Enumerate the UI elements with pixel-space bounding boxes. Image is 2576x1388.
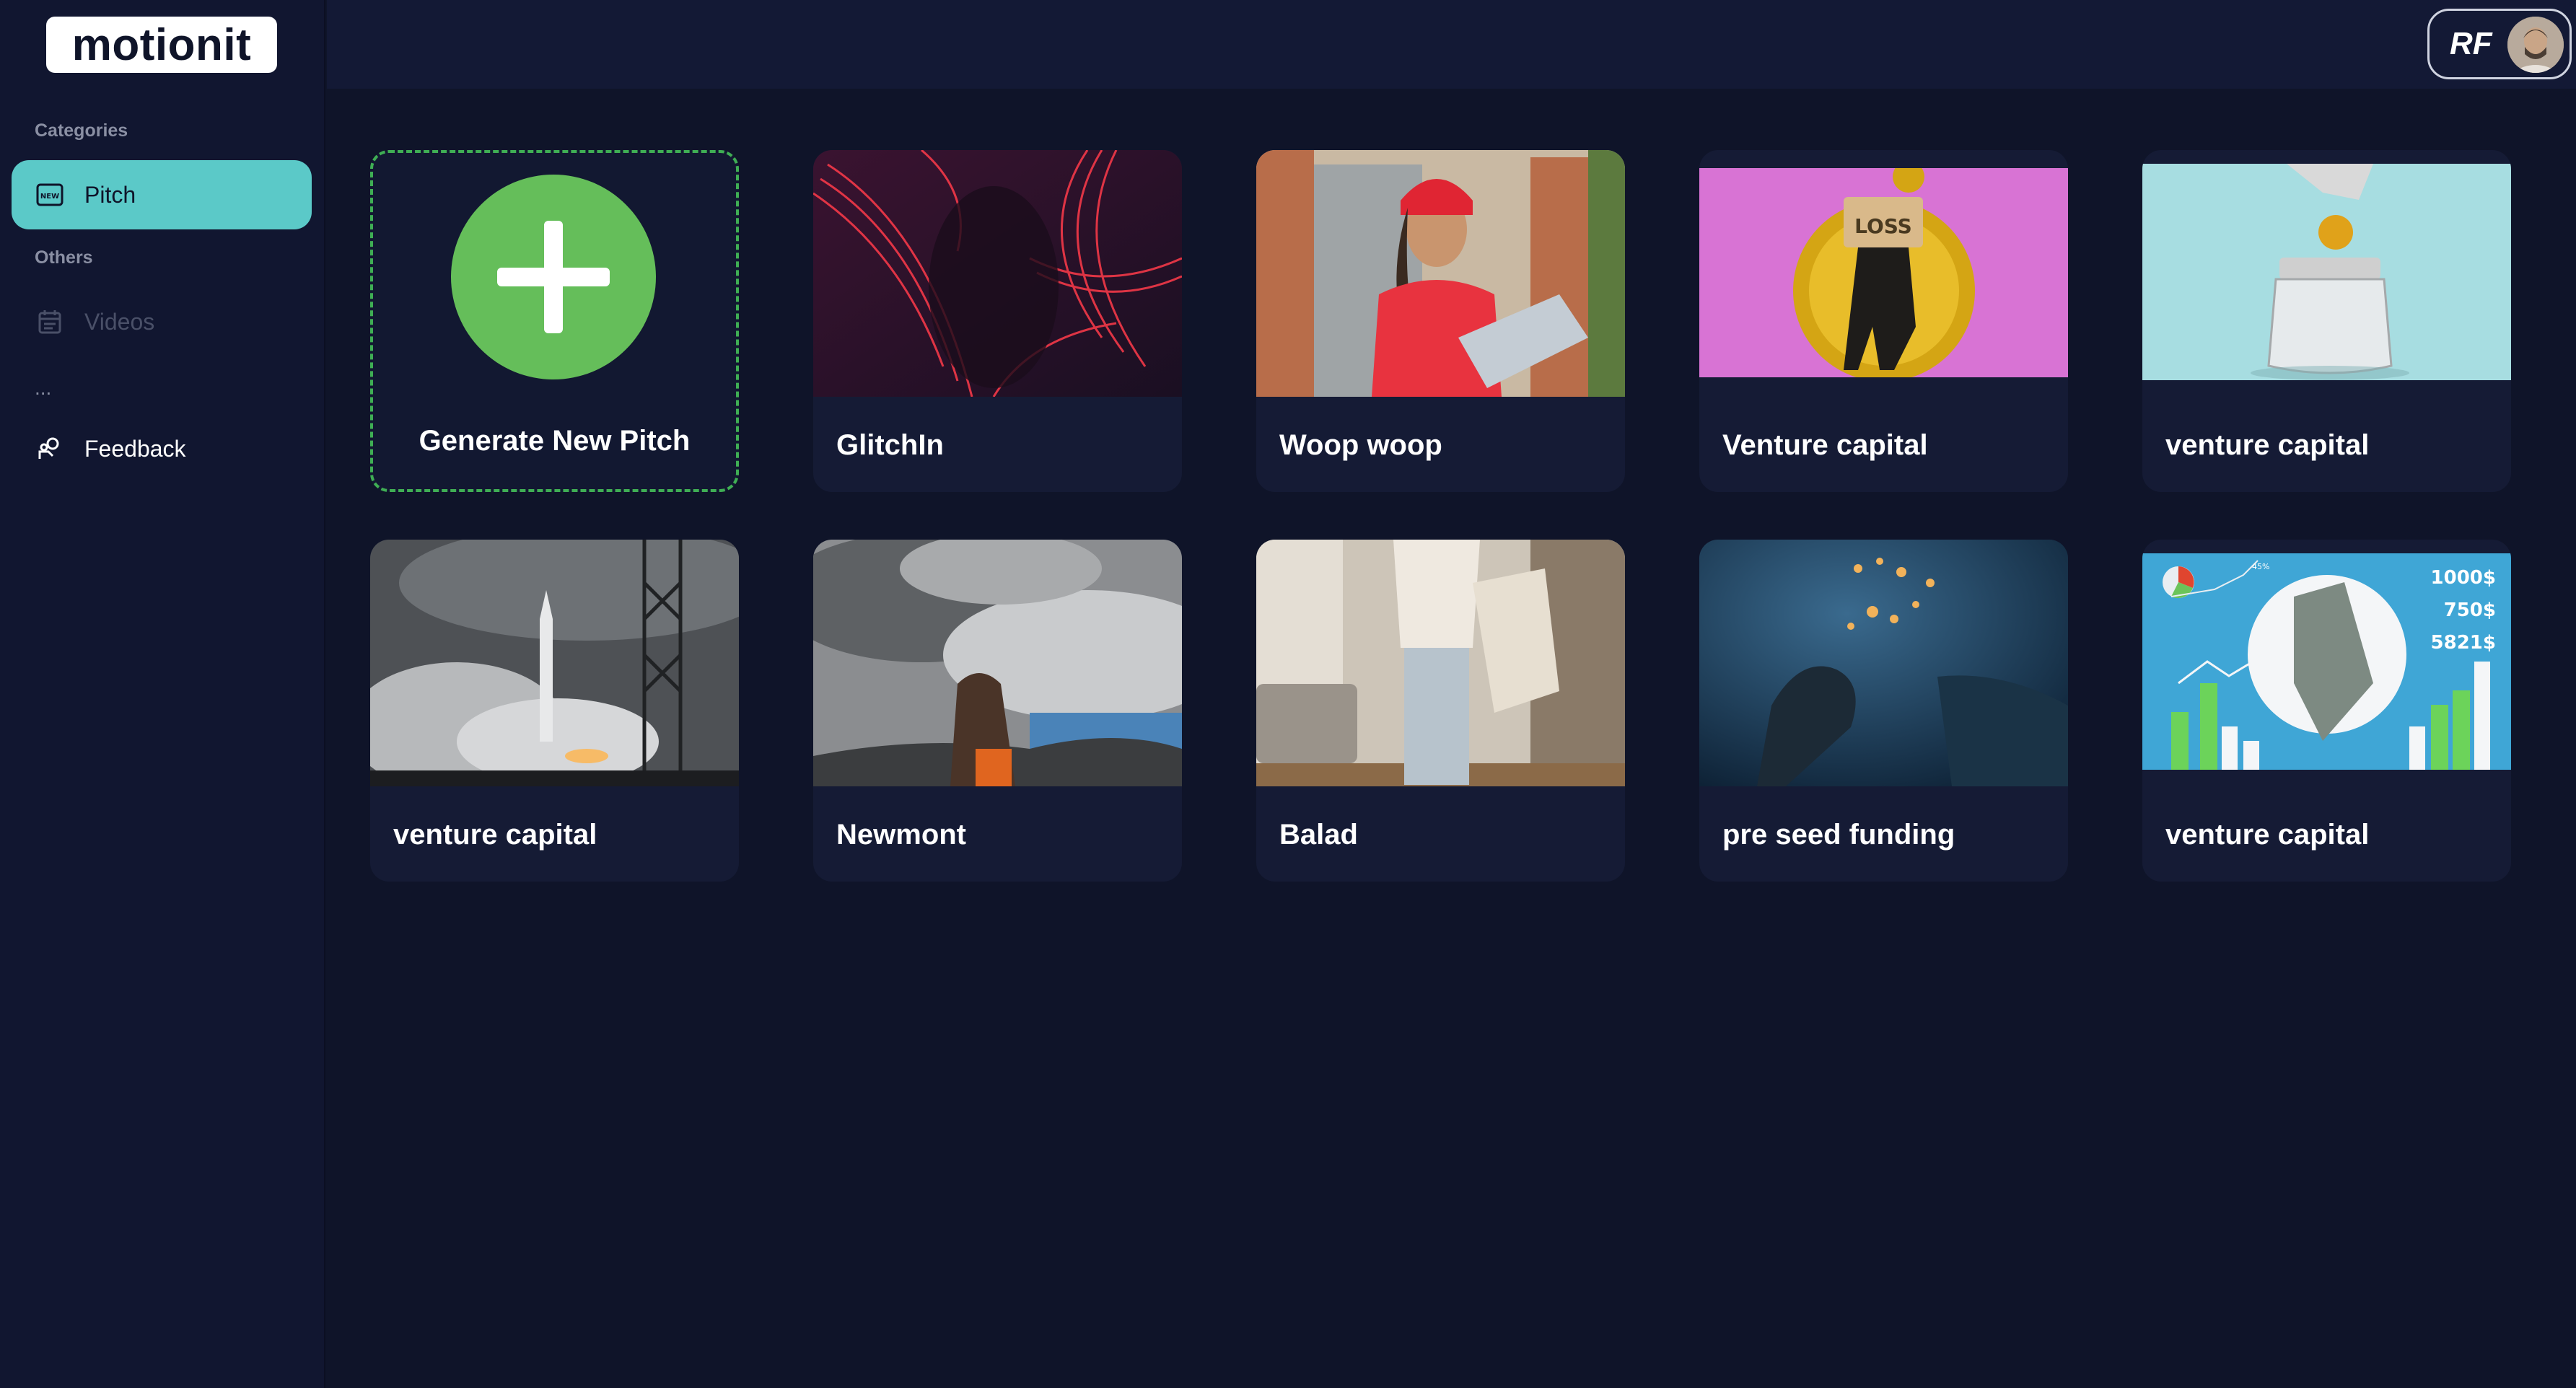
card-title: venture capital	[2165, 429, 2370, 461]
top-bar: RF	[327, 0, 2576, 89]
pitch-card[interactable]: Newmont	[813, 540, 1182, 882]
card-title: Balad	[1279, 819, 1358, 851]
pitch-card[interactable]: pre seed funding	[1699, 540, 2068, 882]
card-title: pre seed funding	[1722, 819, 1955, 851]
card-title: venture capital	[2165, 819, 2370, 851]
card-title: Woop woop	[1279, 429, 1442, 461]
card-thumbnail	[2142, 164, 2511, 380]
card-thumbnail: 1000$ 750$ 5821$ 45%	[2142, 553, 2511, 770]
card-thumbnail: LOSS	[1699, 168, 2068, 377]
card-thumbnail	[370, 540, 739, 786]
sidebar-item-pitch[interactable]: NEW Pitch	[12, 160, 312, 229]
sidebar-item-label: Videos	[84, 308, 155, 335]
card-title: GlitchIn	[836, 429, 944, 461]
card-title: Venture capital	[1722, 429, 1928, 461]
feedback-icon	[35, 434, 64, 463]
plus-icon	[451, 175, 656, 379]
pitch-card[interactable]: Balad	[1256, 540, 1625, 882]
profile-initials: RF	[2450, 26, 2492, 61]
pitch-card[interactable]: LOSS Venture capital	[1699, 150, 2068, 492]
sidebar-item-videos[interactable]: Videos	[12, 287, 312, 356]
app-root: motionit Categories NEW Pitch Others Vid…	[0, 0, 2576, 1388]
card-thumbnail	[813, 540, 1182, 786]
card-thumbnail	[1699, 540, 2068, 786]
generate-new-pitch-card[interactable]: Generate New Pitch	[370, 150, 739, 492]
overlay-value: 5821$	[2431, 632, 2496, 654]
svg-text:NEW: NEW	[40, 193, 59, 201]
others-label: Others	[35, 247, 93, 268]
sidebar-item-feedback[interactable]: Feedback	[12, 414, 312, 483]
card-thumbnail	[1256, 150, 1625, 397]
profile-button[interactable]: RF	[2427, 9, 2572, 79]
new-badge-icon: NEW	[35, 180, 64, 209]
pitch-card[interactable]: venture capital	[370, 540, 739, 882]
pitch-card[interactable]: 1000$ 750$ 5821$ 45% venture capital	[2142, 540, 2511, 882]
calendar-icon	[35, 307, 64, 336]
sidebar-item-label: Feedback	[84, 435, 186, 462]
categories-label: Categories	[35, 120, 128, 141]
app-logo[interactable]: motionit	[46, 17, 277, 73]
pitch-card[interactable]: Woop woop	[1256, 150, 1625, 492]
card-thumbnail	[813, 150, 1182, 397]
pitch-card[interactable]: GlitchIn	[813, 150, 1182, 492]
card-title: Newmont	[836, 819, 966, 851]
sidebar: motionit Categories NEW Pitch Others Vid…	[0, 0, 325, 1388]
overlay-value: 750$	[2444, 599, 2496, 621]
svg-text:LOSS: LOSS	[1854, 214, 1912, 238]
sidebar-item-label: Pitch	[84, 181, 136, 208]
card-title: Generate New Pitch	[419, 425, 691, 457]
pitch-card[interactable]: venture capital	[2142, 150, 2511, 492]
ellipsis: ...	[35, 377, 52, 399]
overlay-percent: 45%	[2252, 562, 2269, 571]
avatar	[2507, 17, 2564, 73]
card-title: venture capital	[393, 819, 597, 851]
card-thumbnail	[1256, 540, 1625, 786]
overlay-value: 1000$	[2431, 567, 2496, 589]
